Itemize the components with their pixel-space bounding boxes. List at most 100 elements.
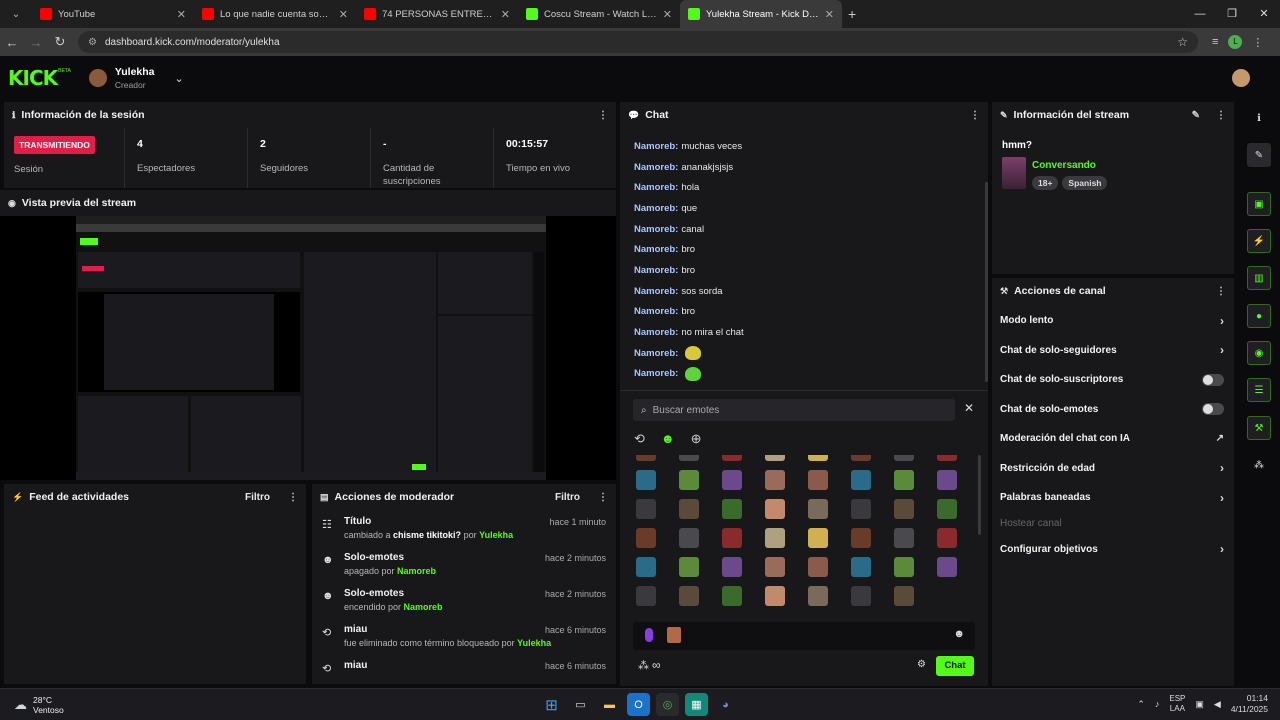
emote-item[interactable] xyxy=(722,455,742,461)
emote-item[interactable] xyxy=(765,586,785,606)
mod-actions-filter-button[interactable]: Filtro xyxy=(555,492,580,503)
emote-item[interactable] xyxy=(937,557,957,577)
emote-close-icon[interactable]: ✕ xyxy=(964,401,974,415)
rail-bolt-icon[interactable]: ⚡ xyxy=(1247,229,1271,253)
outlook-icon[interactable]: O xyxy=(627,693,650,716)
kick-logo[interactable]: KICK xyxy=(8,66,58,90)
rail-doc-icon[interactable]: ▥ xyxy=(1247,266,1271,290)
emote-item[interactable] xyxy=(765,557,785,577)
category-name[interactable]: Conversando xyxy=(1032,160,1107,171)
chat-username[interactable]: Namoreb: xyxy=(634,327,678,338)
minimize-icon[interactable]: — xyxy=(1184,0,1216,28)
chat-settings-gear-icon[interactable]: ⚙ xyxy=(917,659,926,670)
activity-more-icon[interactable]: ⋮ xyxy=(288,492,298,503)
toggle-switch[interactable] xyxy=(1202,373,1224,386)
emote-item[interactable] xyxy=(851,557,871,577)
emote-item[interactable] xyxy=(636,586,656,606)
mod-action-user[interactable]: Yulekha xyxy=(479,530,513,540)
browser-tab[interactable]: Lo que nadie cuenta sobre la tie ✕ xyxy=(194,0,356,28)
emote-item[interactable] xyxy=(636,455,656,461)
new-tab-button[interactable]: + xyxy=(848,6,856,22)
chat-more-icon[interactable]: ⋮ xyxy=(970,110,980,121)
emote-item[interactable] xyxy=(722,499,742,519)
maximize-icon[interactable]: ❐ xyxy=(1216,0,1248,28)
infinity-icon[interactable]: ∞ xyxy=(652,658,661,672)
chevron-right-icon[interactable]: › xyxy=(1220,461,1224,475)
activity-filter-button[interactable]: Filtro xyxy=(245,492,270,503)
chat-username[interactable]: Namoreb: xyxy=(634,265,678,276)
chevron-right-icon[interactable]: › xyxy=(1220,542,1224,556)
chat-username[interactable]: Namoreb: xyxy=(634,244,678,255)
chat-username[interactable]: Namoreb: xyxy=(634,368,678,379)
system-clock[interactable]: 01:14 4/11/2025 xyxy=(1231,693,1268,715)
rail-chat-icon[interactable]: ● xyxy=(1247,304,1271,328)
close-window-icon[interactable]: ✕ xyxy=(1248,0,1280,28)
tab-close-icon[interactable]: ✕ xyxy=(177,8,186,21)
volume-icon[interactable]: ◀ xyxy=(1214,699,1221,710)
channel-actions-more-icon[interactable]: ⋮ xyxy=(1216,286,1226,297)
channel-action-row[interactable]: Modo lento › xyxy=(992,306,1234,336)
emote-scrollbar[interactable] xyxy=(978,455,981,535)
chat-users-icon[interactable]: ⁂ xyxy=(638,659,649,672)
windows-start-icon[interactable]: ⊞ xyxy=(540,693,563,716)
emote-item[interactable] xyxy=(636,528,656,548)
emote-item[interactable] xyxy=(636,557,656,577)
back-icon[interactable]: ← xyxy=(0,35,24,50)
emote-item[interactable] xyxy=(765,528,785,548)
tab-close-icon[interactable]: ✕ xyxy=(825,8,834,21)
app-icon[interactable]: ▦ xyxy=(685,693,708,716)
recent-emotes-tab-icon[interactable]: ⟲ xyxy=(634,431,645,447)
tray-chevron-icon[interactable]: ⌃ xyxy=(1137,699,1145,710)
emote-item[interactable] xyxy=(636,470,656,490)
emote-item[interactable] xyxy=(937,455,957,461)
emote-item[interactable] xyxy=(808,455,828,461)
emote-item[interactable] xyxy=(808,499,828,519)
emote-item[interactable] xyxy=(894,528,914,548)
chat-username[interactable]: Namoreb: xyxy=(634,162,678,173)
session-more-icon[interactable]: ⋮ xyxy=(598,110,608,121)
chat-username[interactable]: Namoreb: xyxy=(634,286,678,297)
chat-scrollbar[interactable] xyxy=(985,182,988,382)
emote-item[interactable] xyxy=(765,455,785,461)
chat-username[interactable]: Namoreb: xyxy=(634,348,678,359)
emote-item[interactable] xyxy=(679,586,699,606)
channel-action-row[interactable]: Chat de solo-suscriptores xyxy=(992,365,1234,395)
discord-icon[interactable]: ◕ xyxy=(714,693,737,716)
chrome-icon[interactable]: ◎ xyxy=(656,693,679,716)
chat-message-input[interactable]: ☻ xyxy=(633,622,975,650)
emote-item[interactable] xyxy=(894,470,914,490)
tab-close-icon[interactable]: ✕ xyxy=(663,8,672,21)
channel-action-row[interactable]: Moderación del chat con IA ↗ xyxy=(992,424,1234,454)
chevron-right-icon[interactable]: › xyxy=(1220,491,1224,505)
emote-item[interactable] xyxy=(679,528,699,548)
mod-action-user[interactable]: Namoreb xyxy=(404,602,443,612)
media-icon[interactable]: ≡ xyxy=(1212,36,1218,48)
channel-action-row[interactable]: Chat de solo-emotes xyxy=(992,395,1234,425)
rail-broadcast-icon[interactable]: ◉ xyxy=(1247,341,1271,365)
emote-item[interactable] xyxy=(722,586,742,606)
emote-item[interactable] xyxy=(851,586,871,606)
user-menu-avatar[interactable] xyxy=(1232,69,1250,87)
emote-item[interactable] xyxy=(894,455,914,461)
channel-action-row[interactable]: Configurar objetivos › xyxy=(992,535,1234,565)
emote-item[interactable] xyxy=(679,470,699,490)
emote-item[interactable] xyxy=(894,499,914,519)
browser-tab[interactable]: 74 PERSONAS ENTREVISTADAS ✕ xyxy=(356,0,518,28)
emote-item[interactable] xyxy=(894,557,914,577)
emote-item[interactable] xyxy=(722,557,742,577)
profile-avatar[interactable]: L xyxy=(1228,35,1243,49)
chat-username[interactable]: Namoreb: xyxy=(634,224,678,235)
forward-icon[interactable]: → xyxy=(24,35,48,50)
emote-item[interactable] xyxy=(894,586,914,606)
emote-item[interactable] xyxy=(851,499,871,519)
stream-tag[interactable]: 18+ xyxy=(1032,176,1059,190)
emote-item[interactable] xyxy=(937,499,957,519)
channel-action-row[interactable]: Palabras baneadas › xyxy=(992,483,1234,513)
language-indicator[interactable]: ESP LAA xyxy=(1169,694,1185,714)
emote-item[interactable] xyxy=(808,528,828,548)
emote-item[interactable] xyxy=(808,586,828,606)
emote-item[interactable] xyxy=(808,470,828,490)
task-view-icon[interactable]: ▭ xyxy=(569,693,592,716)
edit-stream-pencil-icon[interactable]: ✎ xyxy=(1192,110,1200,121)
global-emotes-tab-icon[interactable]: ⊕ xyxy=(691,431,702,447)
